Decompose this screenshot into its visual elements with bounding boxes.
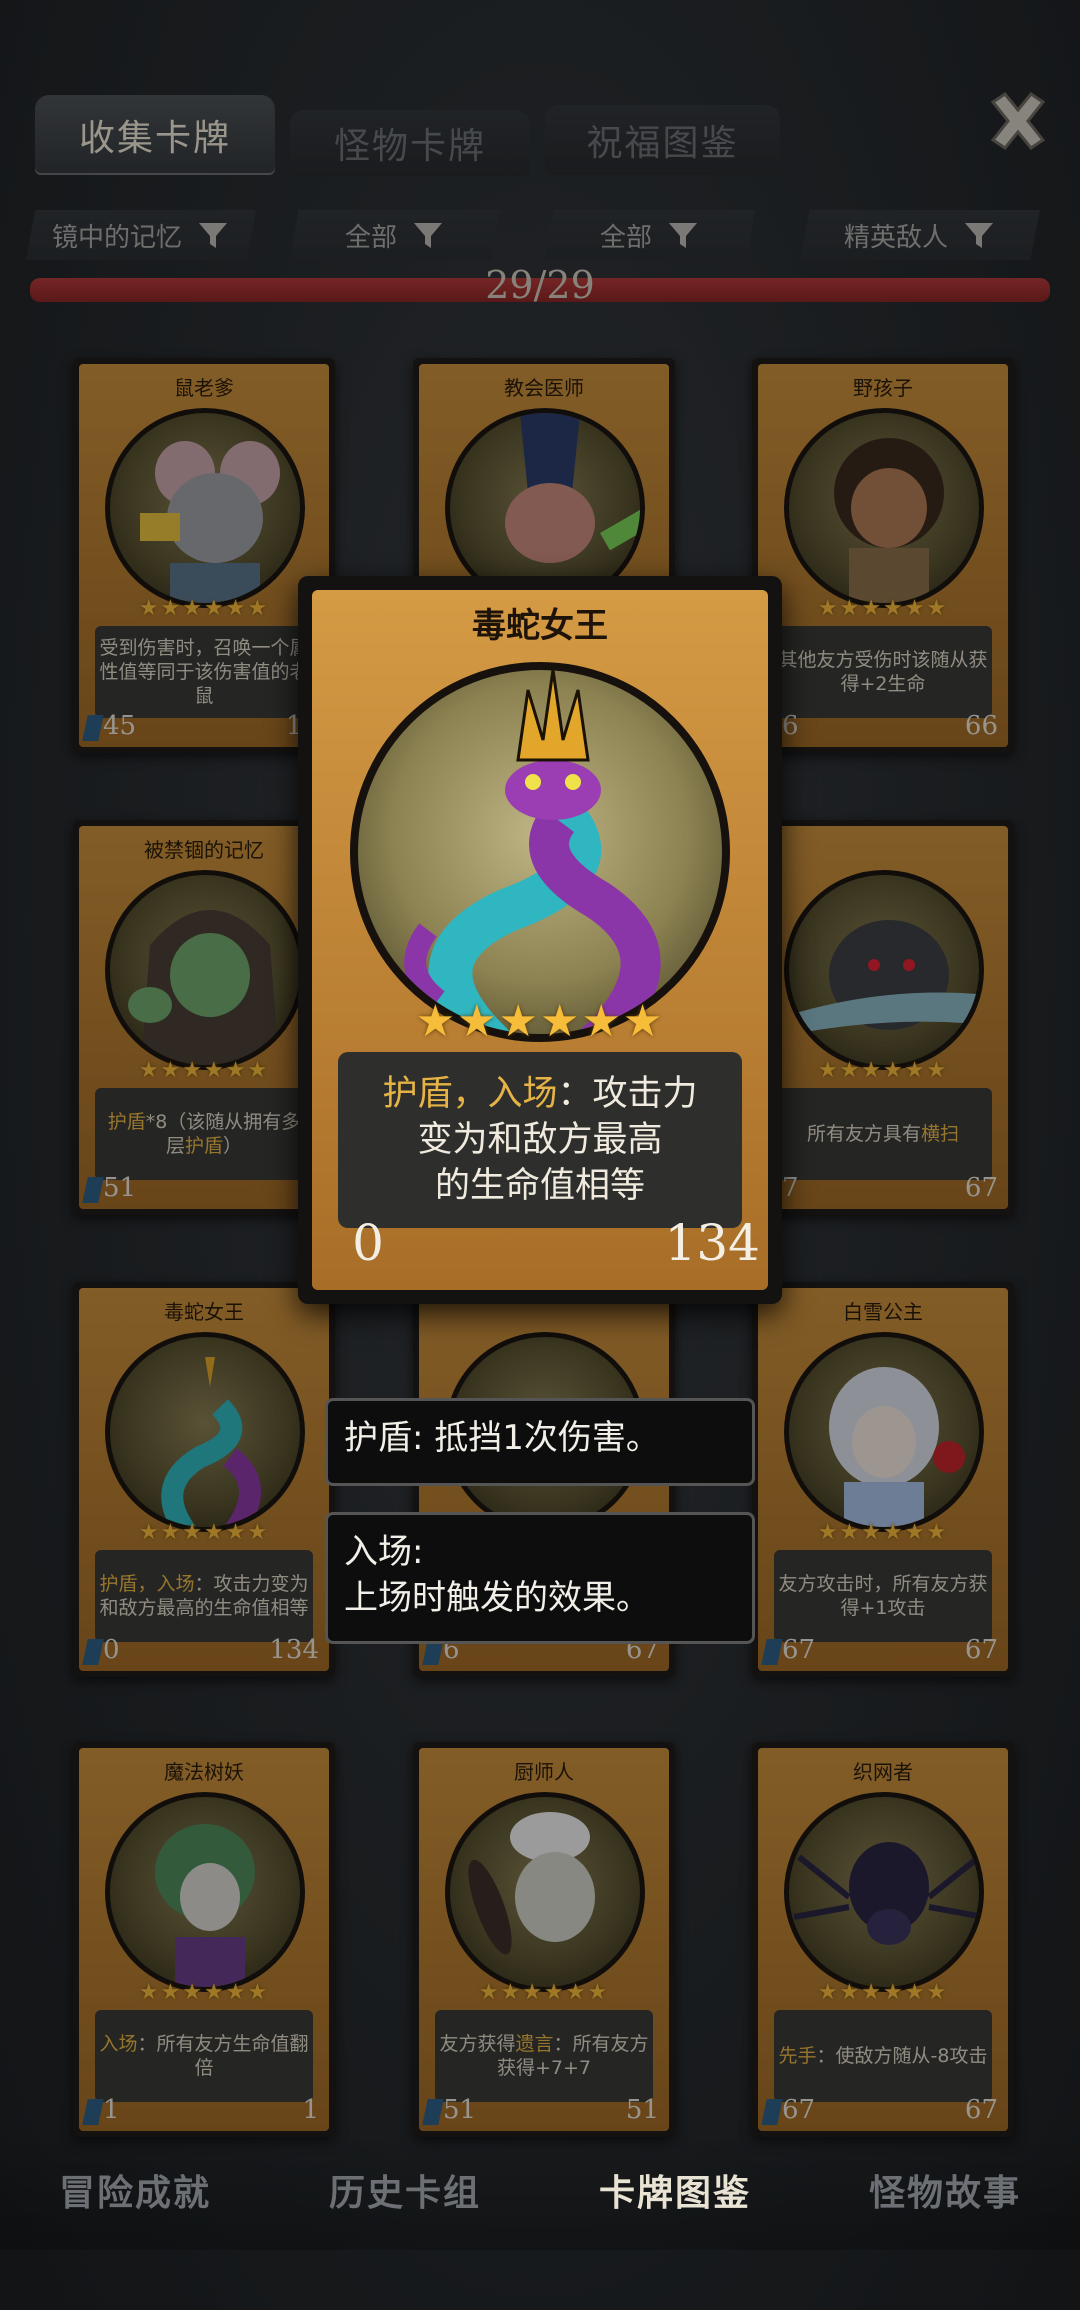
nav-monster-stories[interactable]: 怪物故事 <box>869 2164 1021 2216</box>
nav-card-codex[interactable]: 卡牌图鉴 <box>599 2164 751 2216</box>
selected-card-portrait <box>350 662 730 1042</box>
selected-card-stars: ★★★★★★ <box>415 996 665 1047</box>
nav-adventure-achievements[interactable]: 冒险成就 <box>59 2164 211 2216</box>
selected-card-health: 134 <box>665 1208 760 1278</box>
nav-history-decks[interactable]: 历史卡组 <box>329 2164 481 2216</box>
selected-card-detail: 毒蛇女王 ★★★★★★ 护盾，入场：攻击力 变为和敌方最高 的生命值相等 0 1… <box>298 576 782 1304</box>
bottom-navigation: 冒险成就 历史卡组 卡牌图鉴 怪物故事 <box>0 2130 1080 2250</box>
selected-card-name: 毒蛇女王 <box>472 606 608 646</box>
selected-card-attack: 0 <box>328 1208 408 1278</box>
keyword-text[interactable]: 护盾，入场 <box>382 1074 557 1114</box>
selected-card-description: 护盾，入场：攻击力 变为和敌方最高 的生命值相等 <box>338 1052 742 1228</box>
tooltip-shield: 护盾: 抵挡1次伤害。 <box>325 1398 755 1486</box>
tooltip-on-enter: 入场: 上场时触发的效果。 <box>325 1512 755 1644</box>
